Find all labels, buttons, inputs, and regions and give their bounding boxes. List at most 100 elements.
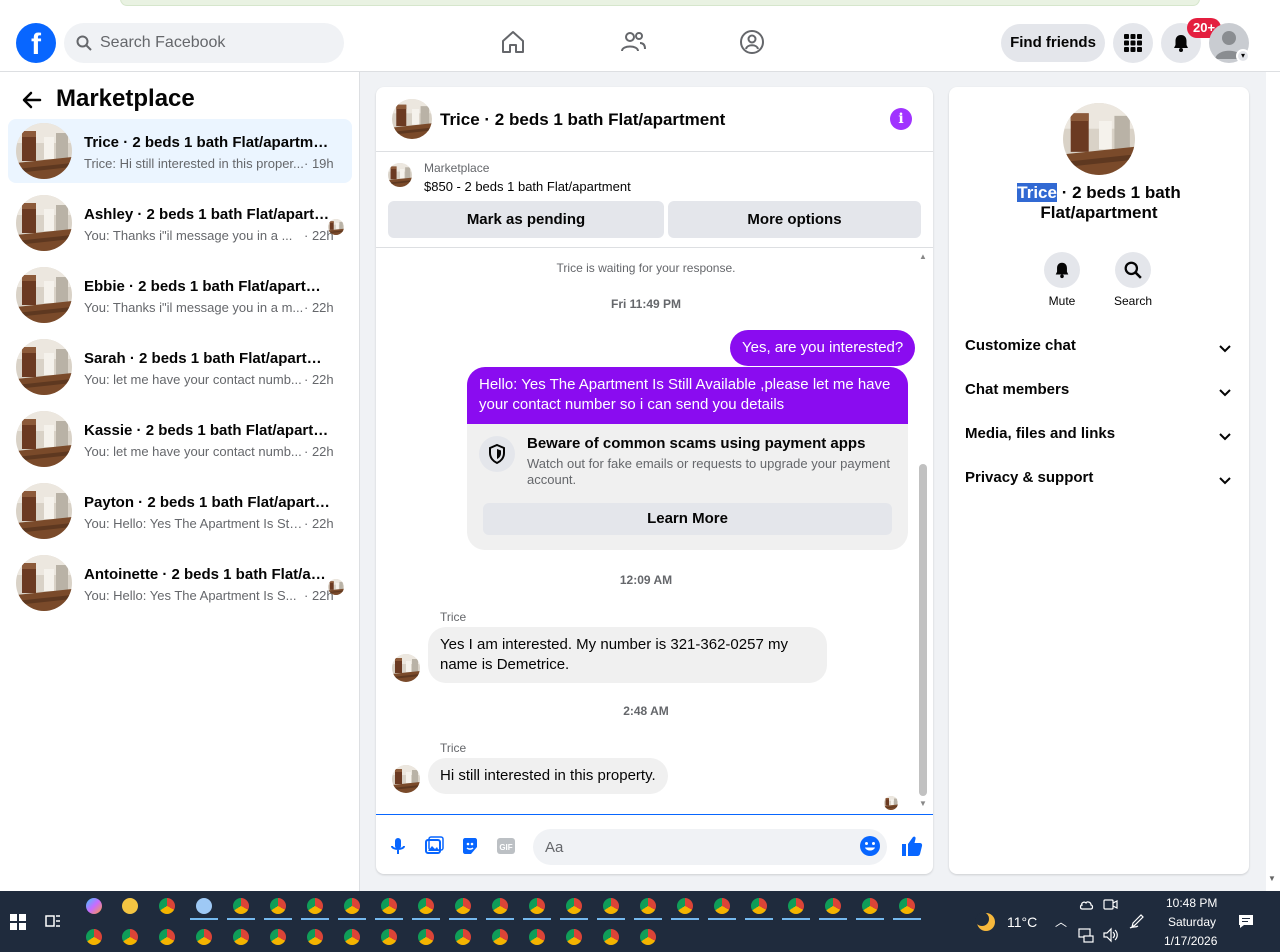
chat-title[interactable]: Trice · 2 beds 1 bath Flat/apartment <box>440 110 725 130</box>
facebook-logo[interactable]: f <box>16 23 56 63</box>
conversation-item[interactable]: Antoinette · 2 beds 1 bath Flat/apartmen… <box>8 551 352 615</box>
message-input[interactable] <box>545 838 845 856</box>
bell-icon[interactable] <box>1044 252 1080 288</box>
find-friends-button[interactable]: Find friends <box>1001 24 1105 62</box>
chrome-icon[interactable] <box>714 898 730 914</box>
chrome-icon[interactable] <box>492 898 508 914</box>
page-scrollbar[interactable]: ▼ <box>1266 72 1280 891</box>
volume-icon[interactable] <box>1102 927 1118 943</box>
address-bar[interactable] <box>120 0 1200 6</box>
chevron-down-icon[interactable] <box>1217 472 1233 488</box>
chrome-icon[interactable] <box>677 898 693 914</box>
sender-avatar[interactable] <box>392 765 420 793</box>
chrome-icon[interactable] <box>751 898 767 914</box>
back-arrow-icon[interactable] <box>20 88 44 112</box>
gif-icon[interactable]: GIF <box>496 836 516 856</box>
info-icon[interactable]: i <box>890 108 912 130</box>
chrome-icon[interactable] <box>455 929 471 945</box>
listing-price[interactable]: $850 - 2 beds 1 bath Flat/apartment <box>424 179 631 194</box>
conversation-item[interactable]: Trice · 2 beds 1 bath Flat/apartment Tric… <box>8 119 352 183</box>
chrome-icon[interactable] <box>381 898 397 914</box>
outgoing-message[interactable]: Yes, are you interested? <box>730 330 916 366</box>
chrome-icon[interactable] <box>122 929 138 945</box>
details-section-row[interactable]: Chat members <box>965 381 1233 405</box>
conversation-item[interactable]: Payton · 2 beds 1 bath Flat/apartment You… <box>8 479 352 543</box>
chrome-icon[interactable] <box>307 929 323 945</box>
cloud-icon[interactable] <box>1078 897 1094 913</box>
conversation-item[interactable]: Ebbie · 2 beds 1 bath Flat/apartment You:… <box>8 263 352 327</box>
home-icon[interactable] <box>499 28 527 56</box>
chevron-down-icon[interactable] <box>1217 384 1233 400</box>
weather-temperature[interactable]: 11°C <box>1007 914 1037 930</box>
contact-avatar[interactable] <box>1063 103 1135 175</box>
scroll-down-arrow-icon[interactable]: ▼ <box>918 799 928 809</box>
incoming-message[interactable]: Yes I am interested. My number is 321-36… <box>428 627 827 683</box>
clock-day[interactable]: Saturday <box>1168 915 1216 929</box>
chrome-icon[interactable] <box>455 898 471 914</box>
chrome-icon[interactable] <box>159 898 175 914</box>
meet-now-icon[interactable] <box>1102 897 1118 913</box>
task-view-icon[interactable] <box>45 913 61 929</box>
thread-scrollbar[interactable]: ▲ ▼ <box>917 252 929 809</box>
details-section-row[interactable]: Media, files and links <box>965 425 1233 449</box>
message-input-box[interactable] <box>533 829 887 865</box>
conversation-item[interactable]: Kassie · 2 beds 1 bath Flat/apartment You… <box>8 407 352 471</box>
chrome-icon[interactable] <box>196 929 212 945</box>
chrome-icon[interactable] <box>603 898 619 914</box>
chrome-icon[interactable] <box>418 929 434 945</box>
incoming-message[interactable]: Hi still interested in this property. <box>428 758 668 794</box>
weather-moon-icon[interactable] <box>975 911 997 933</box>
mark-as-pending-button[interactable]: Mark as pending <box>388 201 664 238</box>
details-section-row[interactable]: Customize chat <box>965 337 1233 361</box>
chrome-icon[interactable] <box>270 898 286 914</box>
chrome-icon[interactable] <box>899 898 915 914</box>
search-bar[interactable] <box>64 23 344 63</box>
copilot-icon[interactable] <box>86 898 102 914</box>
chrome-icon[interactable] <box>307 898 323 914</box>
chevron-down-icon[interactable] <box>1217 340 1233 356</box>
chrome-icon[interactable] <box>566 898 582 914</box>
chrome-icon[interactable] <box>492 929 508 945</box>
chrome-icon[interactable] <box>603 929 619 945</box>
mute-action[interactable]: Mute <box>1032 252 1092 308</box>
chrome-icon[interactable] <box>86 929 102 945</box>
details-section-row[interactable]: Privacy & support <box>965 469 1233 493</box>
more-options-button[interactable]: More options <box>668 201 921 238</box>
search-icon[interactable] <box>1115 252 1151 288</box>
chrome-icon[interactable] <box>566 929 582 945</box>
clock-time[interactable]: 10:48 PM <box>1166 896 1217 910</box>
account-chevron-icon[interactable]: ▾ <box>1236 49 1250 63</box>
chrome-icon[interactable] <box>529 929 545 945</box>
message-thread[interactable]: Trice is waiting for your response. Fri … <box>376 248 933 814</box>
friends-icon[interactable] <box>619 28 647 56</box>
chrome-icon[interactable] <box>862 898 878 914</box>
notification-center-icon[interactable] <box>1238 913 1254 929</box>
emoji-icon[interactable] <box>859 835 881 857</box>
scrollbar-thumb[interactable] <box>919 464 927 796</box>
chrome-icon[interactable] <box>825 898 841 914</box>
clock-date[interactable]: 1/17/2026 <box>1164 934 1217 948</box>
search-input[interactable] <box>100 34 320 52</box>
file-explorer-icon[interactable] <box>122 898 138 914</box>
conversation-item[interactable]: Ashley · 2 beds 1 bath Flat/apartment You… <box>8 191 352 255</box>
sender-avatar[interactable] <box>392 654 420 682</box>
outgoing-message[interactable]: Hello: Yes The Apartment Is Still Availa… <box>467 367 908 425</box>
groups-icon[interactable] <box>738 28 766 56</box>
chrome-icon[interactable] <box>640 929 656 945</box>
microphone-icon[interactable] <box>388 836 408 856</box>
chrome-icon[interactable] <box>159 929 175 945</box>
menu-button[interactable] <box>1113 23 1153 63</box>
chrome-icon[interactable] <box>381 929 397 945</box>
listing-small-thumbnail[interactable] <box>388 163 412 187</box>
thumbs-up-icon[interactable] <box>900 834 924 858</box>
listing-thumbnail[interactable] <box>392 99 432 139</box>
chrome-icon[interactable] <box>418 898 434 914</box>
chrome-icon[interactable] <box>233 898 249 914</box>
scroll-down-arrow-icon[interactable]: ▼ <box>1268 874 1276 883</box>
chrome-icon[interactable] <box>640 898 656 914</box>
sticker-icon[interactable] <box>460 836 480 856</box>
search-action[interactable]: Search <box>1103 252 1163 308</box>
scroll-up-arrow-icon[interactable]: ▲ <box>918 252 928 262</box>
chevron-down-icon[interactable] <box>1217 428 1233 444</box>
windows-start-icon[interactable] <box>10 914 26 930</box>
